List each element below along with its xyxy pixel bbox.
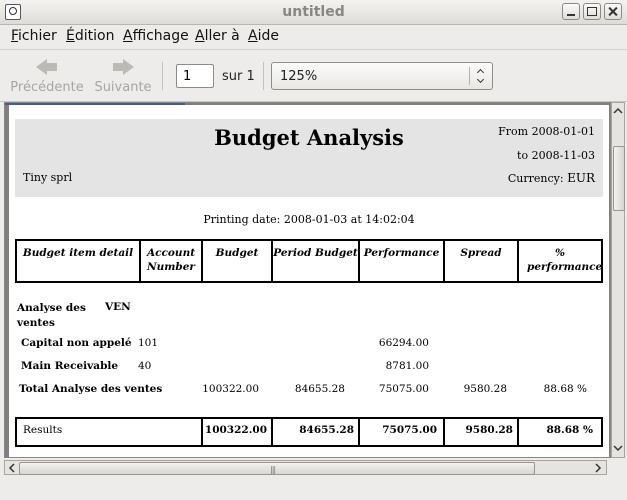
column-header: Budget item detail (17, 241, 141, 281)
total-budget: 100322.00 (202, 383, 259, 395)
currency-info: Currency: EUR (508, 171, 595, 185)
arrow-left-icon (36, 58, 58, 76)
menu-bar: Fichier Édition Affichage Aller à Aide (0, 24, 627, 48)
results-spread: 9580.28 (445, 419, 519, 445)
report-header: Budget Analysis Tiny sprl From 2008-01-0… (15, 119, 603, 197)
column-header: Period Budget (273, 241, 360, 281)
column-header: % performance (527, 247, 603, 273)
results-budget: 100322.00 (203, 419, 273, 445)
vertical-scroll-thumb[interactable] (613, 146, 625, 211)
column-header: Spread (445, 241, 519, 281)
row-account: 40 (138, 360, 152, 372)
row-performance: 8781.00 (385, 360, 429, 372)
company-name: Tiny sprl (23, 171, 73, 184)
menu-affichage[interactable]: Affichage (123, 28, 189, 44)
column-header: Account Number (141, 241, 203, 281)
row-account: 101 (138, 337, 159, 349)
menu-aller-a[interactable]: Aller à (195, 28, 240, 44)
column-header: Performance (360, 241, 445, 281)
scroll-left-arrow-icon[interactable] (7, 463, 17, 473)
toolbar: Précédente Suivante sur 1 125% (0, 49, 627, 102)
column-header-table: Budget item detail Account Number Budget… (15, 239, 603, 283)
group-code: VEN (105, 301, 131, 313)
row-performance: 66294.00 (378, 337, 429, 349)
arrow-right-icon (112, 58, 134, 76)
results-performance: 75075.00 (360, 419, 445, 445)
previous-page-label: Précédente (10, 80, 84, 95)
zoom-divider (469, 67, 470, 85)
total-period-budget: 84655.28 (294, 383, 345, 395)
menu-fichier[interactable]: Fichier (11, 28, 57, 44)
scroll-up-arrow-icon[interactable] (613, 106, 623, 116)
next-page-label: Suivante (94, 80, 152, 95)
results-pct: 88.68 % (546, 424, 593, 436)
page-number-input[interactable] (176, 64, 214, 88)
vertical-scrollbar[interactable] (611, 102, 625, 458)
window-title: untitled (282, 4, 345, 20)
page-count-label: sur 1 (222, 69, 255, 84)
results-row: Results 100322.00 84655.28 75075.00 9580… (15, 417, 603, 447)
next-page-button[interactable]: Suivante (83, 56, 163, 95)
zoom-select[interactable]: 125% (271, 62, 493, 90)
chevron-up-down-icon (475, 68, 487, 84)
results-label: Results (17, 419, 203, 445)
row-name: Capital non appelé (21, 337, 132, 349)
grip-icon: ||| (270, 465, 276, 474)
results-period-budget: 84655.28 (273, 419, 360, 445)
group-name: Analyse des ventes (17, 302, 86, 329)
title-bar: untitled (0, 0, 627, 25)
total-spread: 9580.28 (463, 383, 507, 395)
toolbar-separator (263, 62, 264, 90)
maximize-button[interactable] (583, 3, 601, 20)
menu-edition[interactable]: Édition (66, 28, 114, 44)
zoom-value: 125% (280, 69, 318, 84)
document-viewport[interactable]: Budget Analysis Tiny sprl From 2008-01-0… (4, 102, 611, 458)
total-performance: 75075.00 (378, 383, 429, 395)
currency-label: Currency: (507, 172, 564, 185)
total-pct: 88.68 % (543, 383, 587, 395)
printing-date: Printing date: 2008-01-03 at 14:02:04 (203, 213, 415, 226)
date-to: to 2008-11-03 (517, 149, 595, 162)
scroll-right-arrow-icon[interactable] (593, 463, 603, 473)
close-button[interactable] (604, 3, 622, 20)
document-page: Budget Analysis Tiny sprl From 2008-01-0… (9, 105, 609, 457)
menu-aide[interactable]: Aide (248, 28, 279, 44)
total-label: Total Analyse des ventes (19, 383, 163, 395)
currency-value: EUR (567, 171, 595, 185)
horizontal-scrollbar[interactable]: ||| (4, 460, 607, 475)
row-name: Main Receivable (21, 360, 119, 372)
minimize-button[interactable] (562, 3, 580, 20)
toolbar-separator (162, 62, 163, 90)
column-header: Budget (203, 241, 273, 281)
previous-page-button[interactable]: Précédente (7, 56, 87, 95)
horizontal-scroll-thumb[interactable]: ||| (19, 462, 535, 475)
date-from: From 2008-01-01 (498, 125, 595, 138)
scroll-down-arrow-icon[interactable] (613, 443, 623, 453)
